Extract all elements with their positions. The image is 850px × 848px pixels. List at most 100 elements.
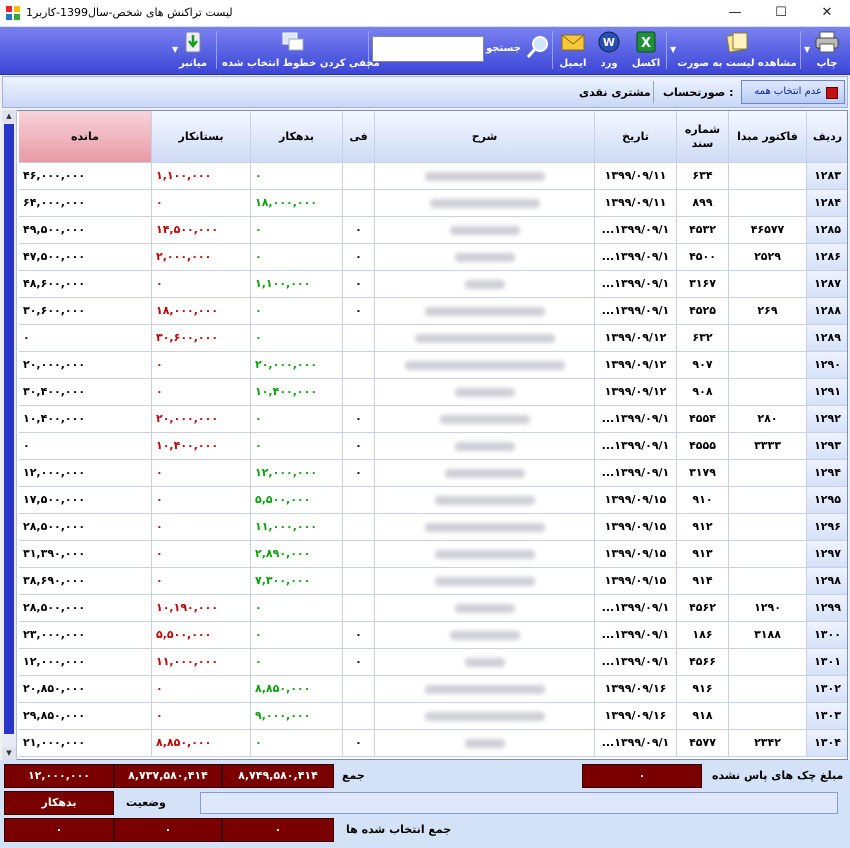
cell-credit: ۰ [152, 352, 251, 379]
view-list-button[interactable]: مشاهده لیست به صورت ▼ [670, 29, 798, 71]
scroll-thumb[interactable] [4, 124, 14, 734]
cell-row[interactable]: ۱۲۸۶ [807, 244, 847, 271]
cell-row[interactable]: ۱۲۸۳ [807, 163, 847, 190]
cell-factor [729, 163, 807, 190]
redacted-text [454, 253, 515, 262]
cell-row[interactable]: ۱۳۰۰ [807, 622, 847, 649]
redacted-text [449, 226, 520, 235]
cell-row[interactable]: ۱۲۹۷ [807, 541, 847, 568]
redacted-text [414, 334, 555, 343]
cell-row[interactable]: ۱۳۰۱ [807, 649, 847, 676]
cell-row[interactable]: ۱۲۹۵ [807, 487, 847, 514]
word-button[interactable]: W ورد [592, 29, 626, 71]
chevron-down-icon[interactable]: ▼ [670, 45, 676, 54]
search-input[interactable] [372, 36, 484, 62]
cell-doc: ۸۹۹ [677, 190, 729, 217]
column-header-doc[interactable]: شماره سند [677, 111, 729, 163]
scroll-down-icon[interactable]: ▼ [2, 747, 16, 760]
cell-fee [343, 541, 375, 568]
cell-doc: ۱۸۶ [677, 622, 729, 649]
cell-fee [343, 190, 375, 217]
cell-factor [729, 514, 807, 541]
cell-row[interactable]: ۱۲۸۷ [807, 271, 847, 298]
column-header-credit[interactable]: بستانکار [152, 111, 251, 163]
cell-row[interactable]: ۱۲۹۹ [807, 595, 847, 622]
cell-fee: ۰ [343, 298, 375, 325]
cell-credit: ۱۴,۵۰۰,۰۰۰ [152, 217, 251, 244]
cell-row[interactable]: ۱۲۸۴ [807, 190, 847, 217]
toolbar-separator [552, 31, 553, 69]
minimize-icon[interactable]: — [712, 0, 758, 26]
selected-total-3: ۰ [4, 818, 114, 842]
chevron-down-icon[interactable]: ▼ [804, 45, 810, 54]
transactions-grid[interactable]: مانده بستانکار بدهکار فی شرح تاریخ شماره سند فا… [2, 110, 848, 760]
cell-row[interactable]: ۱۲۹۱ [807, 379, 847, 406]
cell-fee: ۰ [343, 271, 375, 298]
redacted-text [449, 631, 520, 640]
cell-desc-redacted [375, 217, 595, 244]
selected-total-1: ۰ [222, 818, 334, 842]
close-icon[interactable]: ✕ [804, 0, 850, 26]
maximize-icon[interactable]: ☐ [758, 0, 804, 26]
column-header-factor[interactable]: فاکتور مبدا [729, 111, 807, 163]
hide-selected-lines-button[interactable]: مخفی کردن خطوط انتخاب شده [222, 29, 380, 71]
column-header-balance[interactable]: مانده [19, 111, 152, 163]
redacted-text [434, 496, 535, 505]
cell-fee: ۰ [343, 622, 375, 649]
email-button[interactable]: ایمیل [556, 29, 590, 71]
cell-factor [729, 568, 807, 595]
cell-date: ...۱۳۹۹/۰۹/۱ [595, 298, 677, 325]
vertical-scrollbar[interactable]: ▲ ▼ [2, 110, 17, 760]
cell-fee [343, 568, 375, 595]
windows-icon [282, 32, 304, 51]
cell-row[interactable]: ۱۳۰۴ [807, 730, 847, 757]
cell-date: ...۱۳۹۹/۰۹/۱ [595, 406, 677, 433]
cell-row[interactable]: ۱۲۹۲ [807, 406, 847, 433]
column-header-debit[interactable]: بدهکار [251, 111, 343, 163]
cell-row[interactable]: ۱۲۸۵ [807, 217, 847, 244]
deselect-all-button[interactable]: عدم انتخاب همه [741, 80, 845, 104]
print-button[interactable]: چاپ ▼ [804, 29, 848, 71]
cell-fee [343, 163, 375, 190]
cell-doc: ۳۱۷۹ [677, 460, 729, 487]
cell-row[interactable]: ۱۲۹۶ [807, 514, 847, 541]
excel-button[interactable]: X اکسل [628, 29, 664, 71]
cell-row[interactable]: ۱۲۹۰ [807, 352, 847, 379]
shortcut-button[interactable]: میانبر ▼ [172, 29, 214, 71]
cell-desc-redacted [375, 541, 595, 568]
cell-credit: ۱,۱۰۰,۰۰۰ [152, 163, 251, 190]
cell-row[interactable]: ۱۲۹۸ [807, 568, 847, 595]
cell-date: ...۱۳۹۹/۰۹/۱ [595, 595, 677, 622]
cell-doc: ۶۳۲ [677, 325, 729, 352]
cell-row[interactable]: ۱۲۹۳ [807, 433, 847, 460]
column-header-date[interactable]: تاریخ [595, 111, 677, 163]
search-icon[interactable] [526, 35, 550, 59]
cell-date: ۱۳۹۹/۰۹/۱۵ [595, 487, 677, 514]
redacted-text [424, 172, 545, 181]
cell-debit: ۵,۵۰۰,۰۰۰ [251, 487, 343, 514]
cell-debit: ۱۲,۰۰۰,۰۰۰ [251, 460, 343, 487]
cell-fee [343, 703, 375, 730]
toolbar-separator [666, 31, 667, 69]
cell-row[interactable]: ۱۳۰۳ [807, 703, 847, 730]
cell-credit: ۱۰,۱۹۰,۰۰۰ [152, 595, 251, 622]
cell-fee [343, 487, 375, 514]
red-square-icon [826, 87, 838, 99]
column-header-row[interactable]: ردیف [807, 111, 847, 163]
svg-text:W: W [603, 36, 615, 49]
column-header-fee[interactable]: فی [343, 111, 375, 163]
cell-doc: ۴۵۳۲ [677, 217, 729, 244]
cell-doc: ۹۱۰ [677, 487, 729, 514]
cell-row[interactable]: ۱۲۸۹ [807, 325, 847, 352]
chevron-down-icon[interactable]: ▼ [172, 45, 178, 54]
cell-row[interactable]: ۱۳۰۲ [807, 676, 847, 703]
redacted-text [424, 523, 545, 532]
cell-doc: ۴۵۲۵ [677, 298, 729, 325]
cell-row[interactable]: ۱۲۸۸ [807, 298, 847, 325]
scroll-up-icon[interactable]: ▲ [2, 110, 16, 123]
status-field[interactable] [200, 792, 838, 814]
column-header-desc[interactable]: شرح [375, 111, 595, 163]
cell-balance: ۲۰,۸۵۰,۰۰۰ [19, 676, 152, 703]
cell-credit: ۰ [152, 676, 251, 703]
cell-row[interactable]: ۱۲۹۴ [807, 460, 847, 487]
